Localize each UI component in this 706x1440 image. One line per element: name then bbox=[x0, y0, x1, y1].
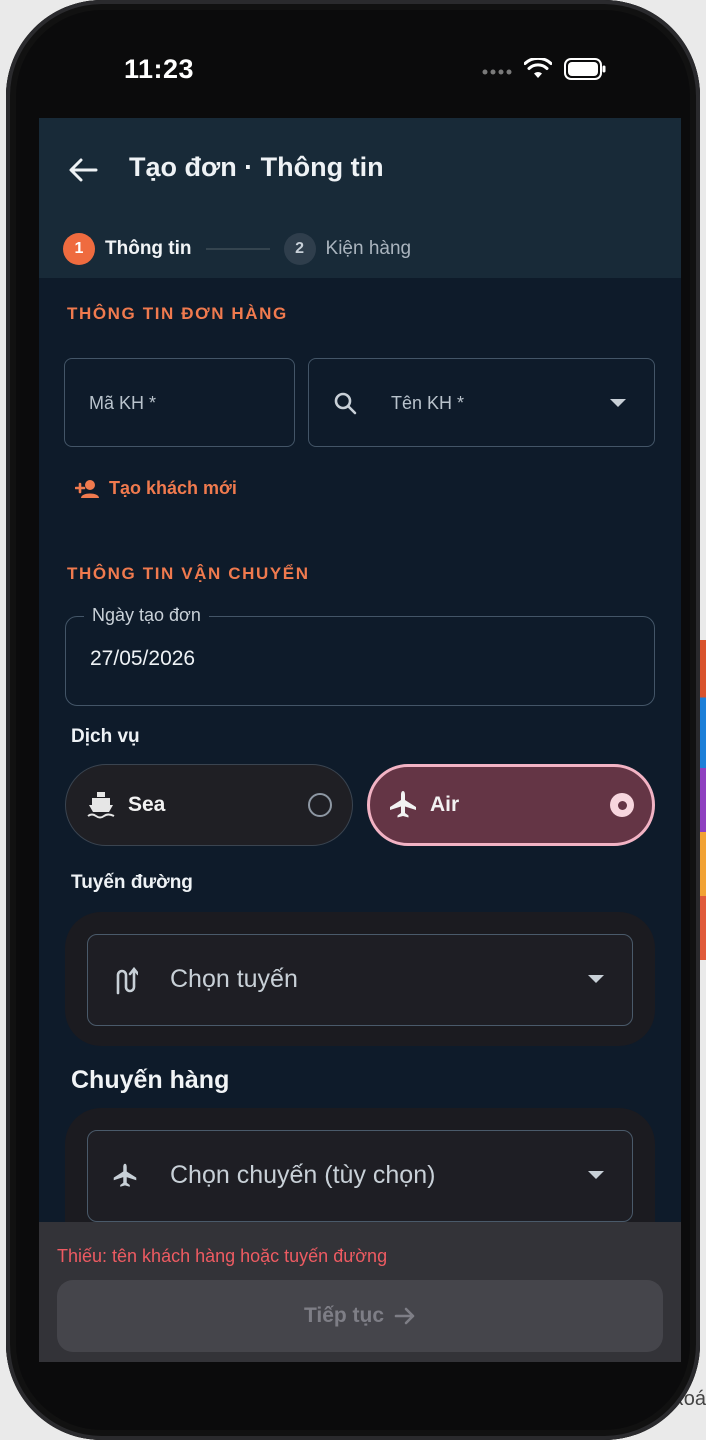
app-bar: Tạo đơn · Thông tin 1 Thông tin 2 Kiện h… bbox=[39, 118, 681, 278]
next-button-label: Tiếp tục bbox=[303, 1304, 385, 1327]
stepper: 1 Thông tin 2 Kiện hàng bbox=[63, 232, 411, 266]
app-screen: Tạo đơn · Thông tin 1 Thông tin 2 Kiện h… bbox=[39, 118, 681, 1362]
shipment-select[interactable]: Chọn chuyến (tùy chọn) bbox=[87, 1130, 633, 1222]
arrow-left-icon bbox=[69, 158, 98, 182]
service-option-sea[interactable]: Sea bbox=[65, 764, 353, 846]
shipment-placeholder: Chọn chuyến (tùy chọn) bbox=[170, 1161, 436, 1189]
customer-name-select[interactable]: Tên KH * bbox=[308, 358, 655, 447]
person-add-icon bbox=[75, 479, 99, 498]
page-title: Tạo đơn · Thông tin bbox=[129, 152, 384, 182]
bottom-action-bar: Thiếu: tên khách hàng hoặc tuyến đường T… bbox=[39, 1222, 681, 1362]
customer-code-placeholder: Mã KH * bbox=[89, 393, 157, 413]
next-button[interactable]: Tiếp tục bbox=[57, 1280, 663, 1352]
order-date-label: Ngày tạo đơn bbox=[84, 605, 209, 626]
chevron-down-icon bbox=[610, 399, 626, 407]
step-label: Thông tin bbox=[105, 238, 192, 259]
service-option-air[interactable]: Air bbox=[367, 764, 655, 846]
route-card: Chọn tuyến bbox=[65, 912, 655, 1046]
customer-code-input[interactable]: Mã KH * bbox=[64, 358, 295, 447]
status-time: 11:23 bbox=[124, 54, 195, 84]
step-packages[interactable]: 2 Kiện hàng bbox=[283, 233, 412, 265]
shipping-section-title: THÔNG TIN VẬN CHUYỂN bbox=[67, 564, 310, 583]
back-button[interactable] bbox=[61, 148, 105, 192]
order-date-field[interactable]: Ngày tạo đơn 27/05/2026 bbox=[65, 605, 655, 706]
ship-icon bbox=[86, 789, 116, 824]
cellular-icon bbox=[482, 63, 512, 81]
status-icons bbox=[482, 56, 606, 85]
step-info[interactable]: 1 Thông tin bbox=[63, 233, 192, 265]
step-number: 2 bbox=[283, 233, 316, 265]
chevron-down-icon bbox=[588, 1171, 604, 1179]
phone-frame: 11:23 Tạo đơn · Thông tin 1 Thông tin 2 … bbox=[6, 0, 700, 1440]
search-icon bbox=[333, 391, 357, 420]
validation-warning: Thiếu: tên khách hàng hoặc tuyến đường bbox=[57, 1246, 388, 1266]
order-date-value: 27/05/2026 bbox=[90, 647, 196, 670]
new-customer-link[interactable]: Tạo khách mới bbox=[75, 478, 237, 499]
service-label-sea: Sea bbox=[128, 793, 166, 816]
wifi-icon bbox=[523, 56, 553, 85]
order-section-title: THÔNG TIN ĐƠN HÀNG bbox=[67, 304, 288, 323]
step-label: Kiện hàng bbox=[325, 238, 412, 259]
route-icon bbox=[112, 966, 140, 1000]
route-label: Tuyến đường bbox=[71, 872, 193, 893]
radio-unselected[interactable] bbox=[308, 793, 332, 817]
customer-name-placeholder: Tên KH * bbox=[391, 393, 465, 413]
service-label-air: Air bbox=[430, 793, 460, 816]
radio-selected[interactable] bbox=[610, 793, 634, 817]
plane-icon bbox=[388, 789, 418, 824]
service-label: Dịch vụ bbox=[71, 726, 140, 747]
shipment-heading: Chuyến hàng bbox=[71, 1066, 230, 1094]
arrow-right-icon bbox=[394, 1307, 415, 1325]
step-number: 1 bbox=[63, 233, 95, 265]
chevron-down-icon bbox=[588, 975, 604, 983]
new-customer-label: Tạo khách mới bbox=[109, 478, 237, 498]
route-select[interactable]: Chọn tuyến bbox=[87, 934, 633, 1026]
plane-icon bbox=[112, 1161, 138, 1194]
step-connector bbox=[205, 248, 270, 250]
route-placeholder: Chọn tuyến bbox=[170, 965, 298, 993]
battery-icon bbox=[564, 58, 606, 85]
